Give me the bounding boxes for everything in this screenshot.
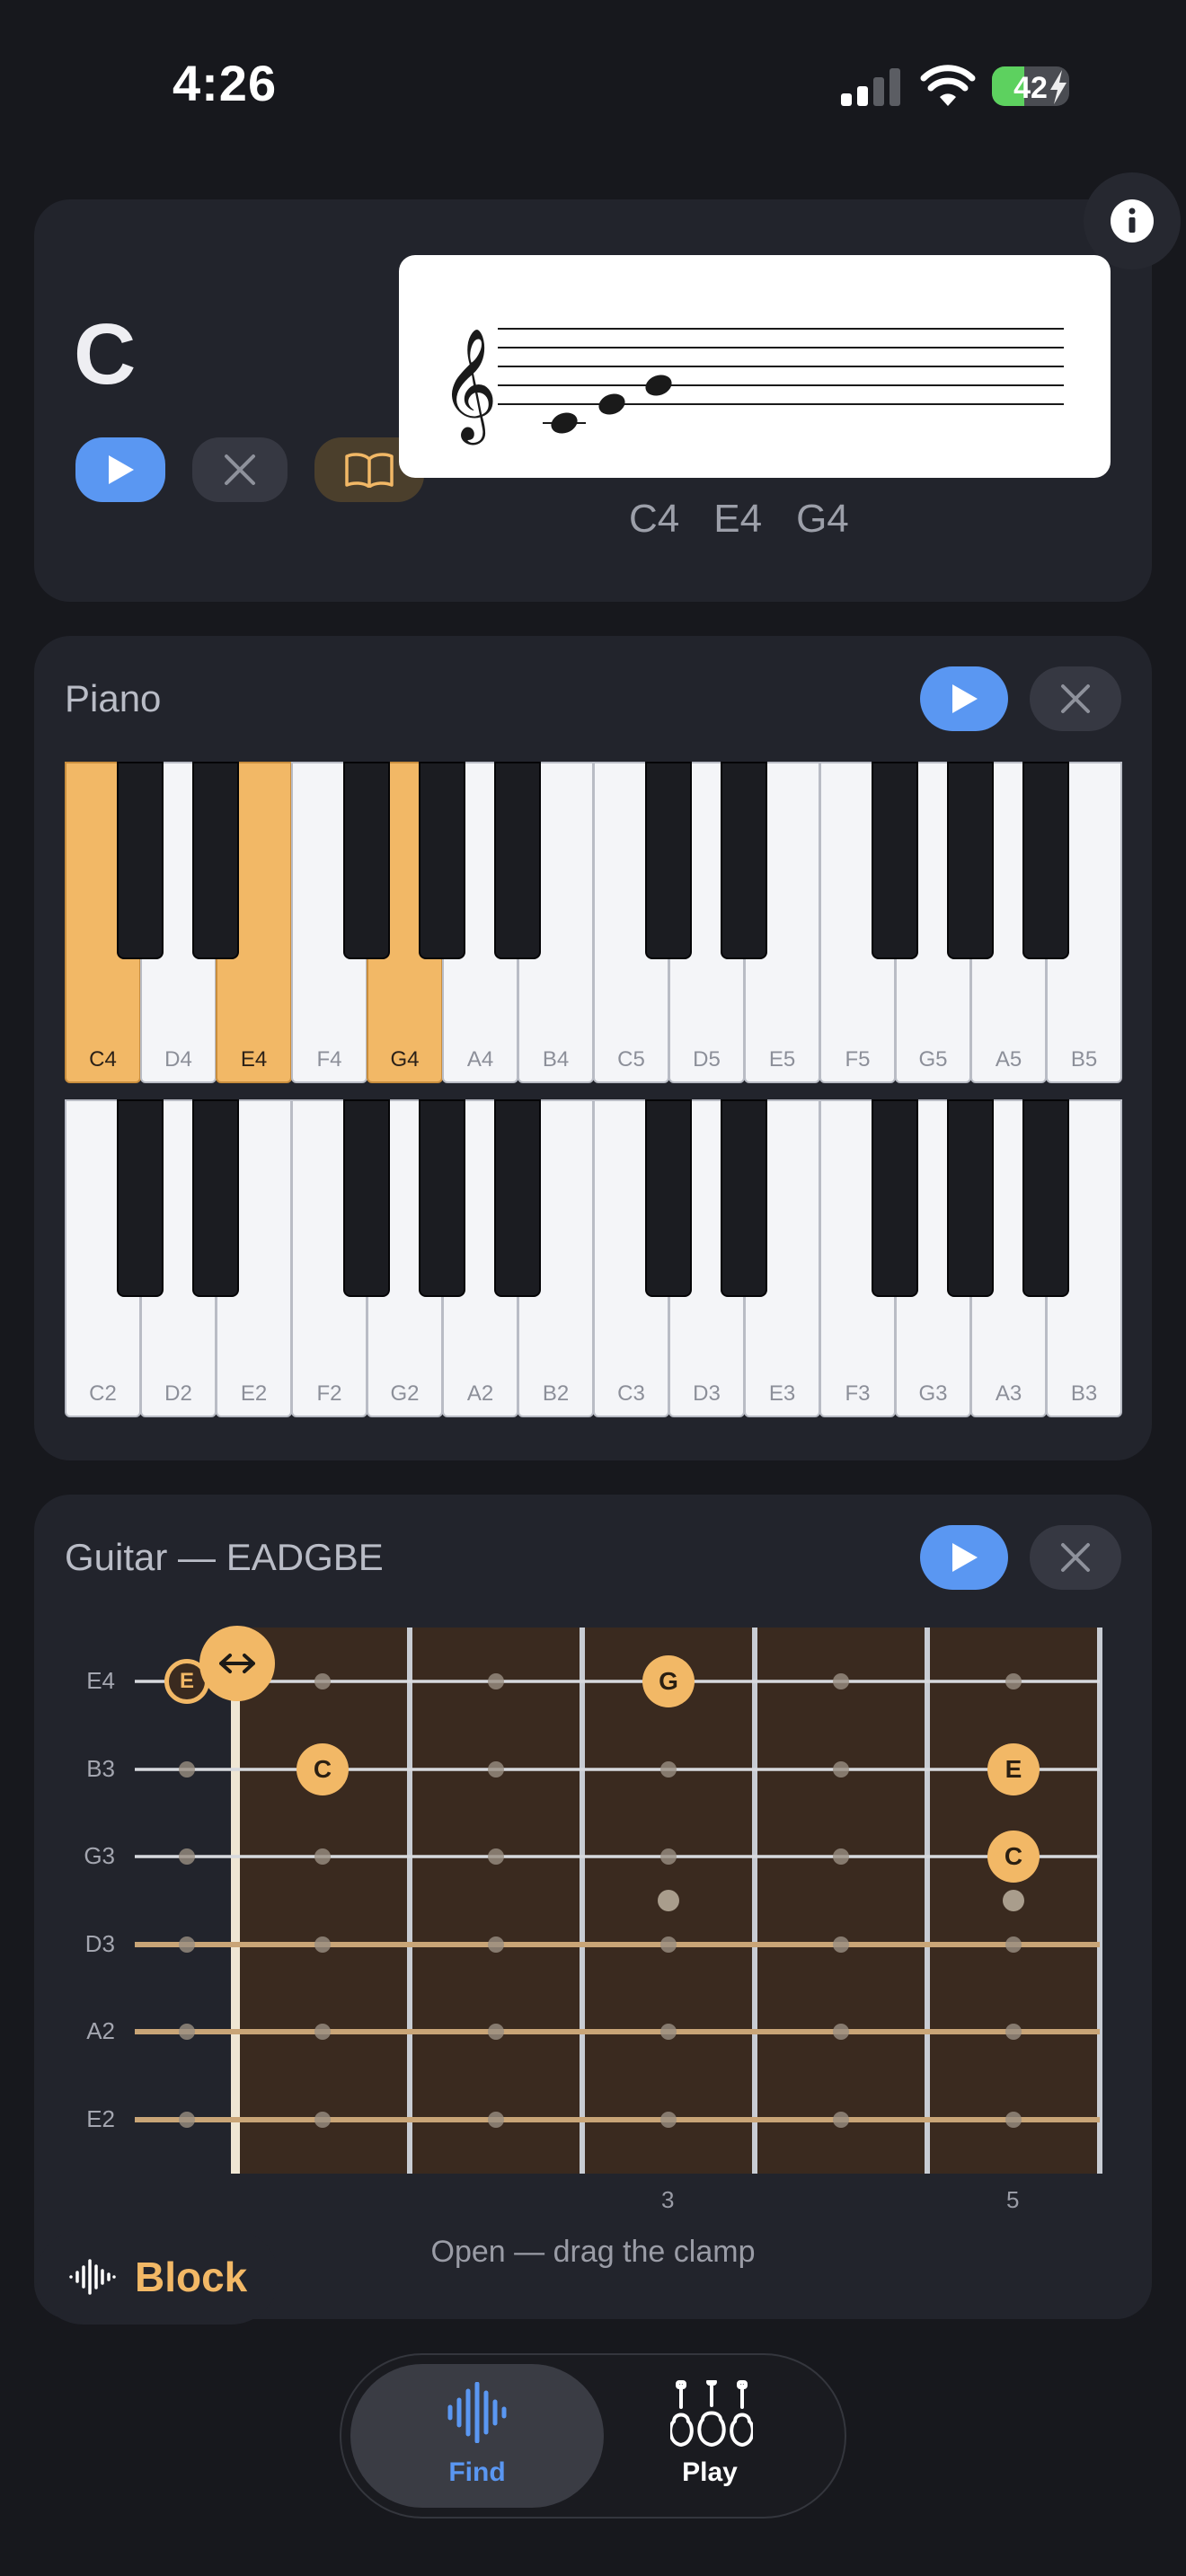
fret-position-dot bbox=[1005, 2024, 1022, 2040]
tab-play-label: Play bbox=[682, 2457, 738, 2487]
fret-position-dot bbox=[1005, 1936, 1022, 1953]
waveform-icon bbox=[69, 2259, 116, 2295]
fret-position-dot bbox=[1005, 2112, 1022, 2128]
fret-position-dot bbox=[1005, 1761, 1022, 1778]
fret-position-dot bbox=[179, 1761, 195, 1778]
fret-position-dot bbox=[488, 1936, 504, 1953]
fret-position-dot bbox=[314, 1673, 331, 1689]
fret-position-dot bbox=[660, 2024, 677, 2040]
fret-position-dot bbox=[488, 2024, 504, 2040]
fret-position-dot bbox=[179, 1848, 195, 1865]
fret-position-dot bbox=[314, 2112, 331, 2128]
fret-inlay-3 bbox=[658, 1890, 679, 1911]
fret-wire bbox=[407, 1628, 412, 2174]
fret-position-dot bbox=[833, 1673, 849, 1689]
fret-position-dot bbox=[314, 1848, 331, 1865]
fret-position-dot bbox=[179, 1936, 195, 1953]
fret-wire bbox=[925, 1628, 930, 2174]
fret-position-dot bbox=[179, 2024, 195, 2040]
fret-position-dot bbox=[660, 1761, 677, 1778]
fret-position-dot bbox=[314, 2024, 331, 2040]
fret-position-dot bbox=[660, 1673, 677, 1689]
fret-position-dot bbox=[314, 1761, 331, 1778]
fret-position-dot bbox=[833, 2024, 849, 2040]
fret-position-dot bbox=[1005, 1673, 1022, 1689]
fret-position-dot bbox=[660, 1848, 677, 1865]
fret-position-dot bbox=[488, 1761, 504, 1778]
drag-arrows-icon bbox=[219, 1654, 255, 1673]
fretboard[interactable] bbox=[0, 0, 1186, 2576]
block-label: Block bbox=[135, 2254, 248, 2300]
instruments-icon bbox=[670, 2380, 753, 2447]
fret-position-dot bbox=[833, 2112, 849, 2128]
fret-wire bbox=[1097, 1628, 1102, 2174]
fret-position-dot bbox=[833, 1761, 849, 1778]
fret-position-dot bbox=[833, 1936, 849, 1953]
waveform-icon bbox=[447, 2382, 507, 2443]
fret-position-dot bbox=[1005, 1848, 1022, 1865]
fret-position-dot bbox=[833, 1848, 849, 1865]
block-button[interactable]: Block bbox=[36, 2229, 279, 2325]
fret-position-dot bbox=[179, 2112, 195, 2128]
fret-position-dot bbox=[488, 1673, 504, 1689]
tab-find-label: Find bbox=[448, 2457, 506, 2487]
fret-position-dot bbox=[179, 1673, 195, 1689]
capo-clamp-handle[interactable] bbox=[199, 1626, 275, 1701]
fret-position-dot bbox=[660, 1936, 677, 1953]
fret-wire bbox=[580, 1628, 585, 2174]
fret-position-dot bbox=[660, 2112, 677, 2128]
fret-position-dot bbox=[488, 1848, 504, 1865]
fret-inlay-5 bbox=[1003, 1890, 1024, 1911]
fret-wire bbox=[752, 1628, 757, 2174]
nut bbox=[231, 1628, 240, 2174]
fret-position-dot bbox=[314, 1936, 331, 1953]
fret-position-dot bbox=[488, 2112, 504, 2128]
